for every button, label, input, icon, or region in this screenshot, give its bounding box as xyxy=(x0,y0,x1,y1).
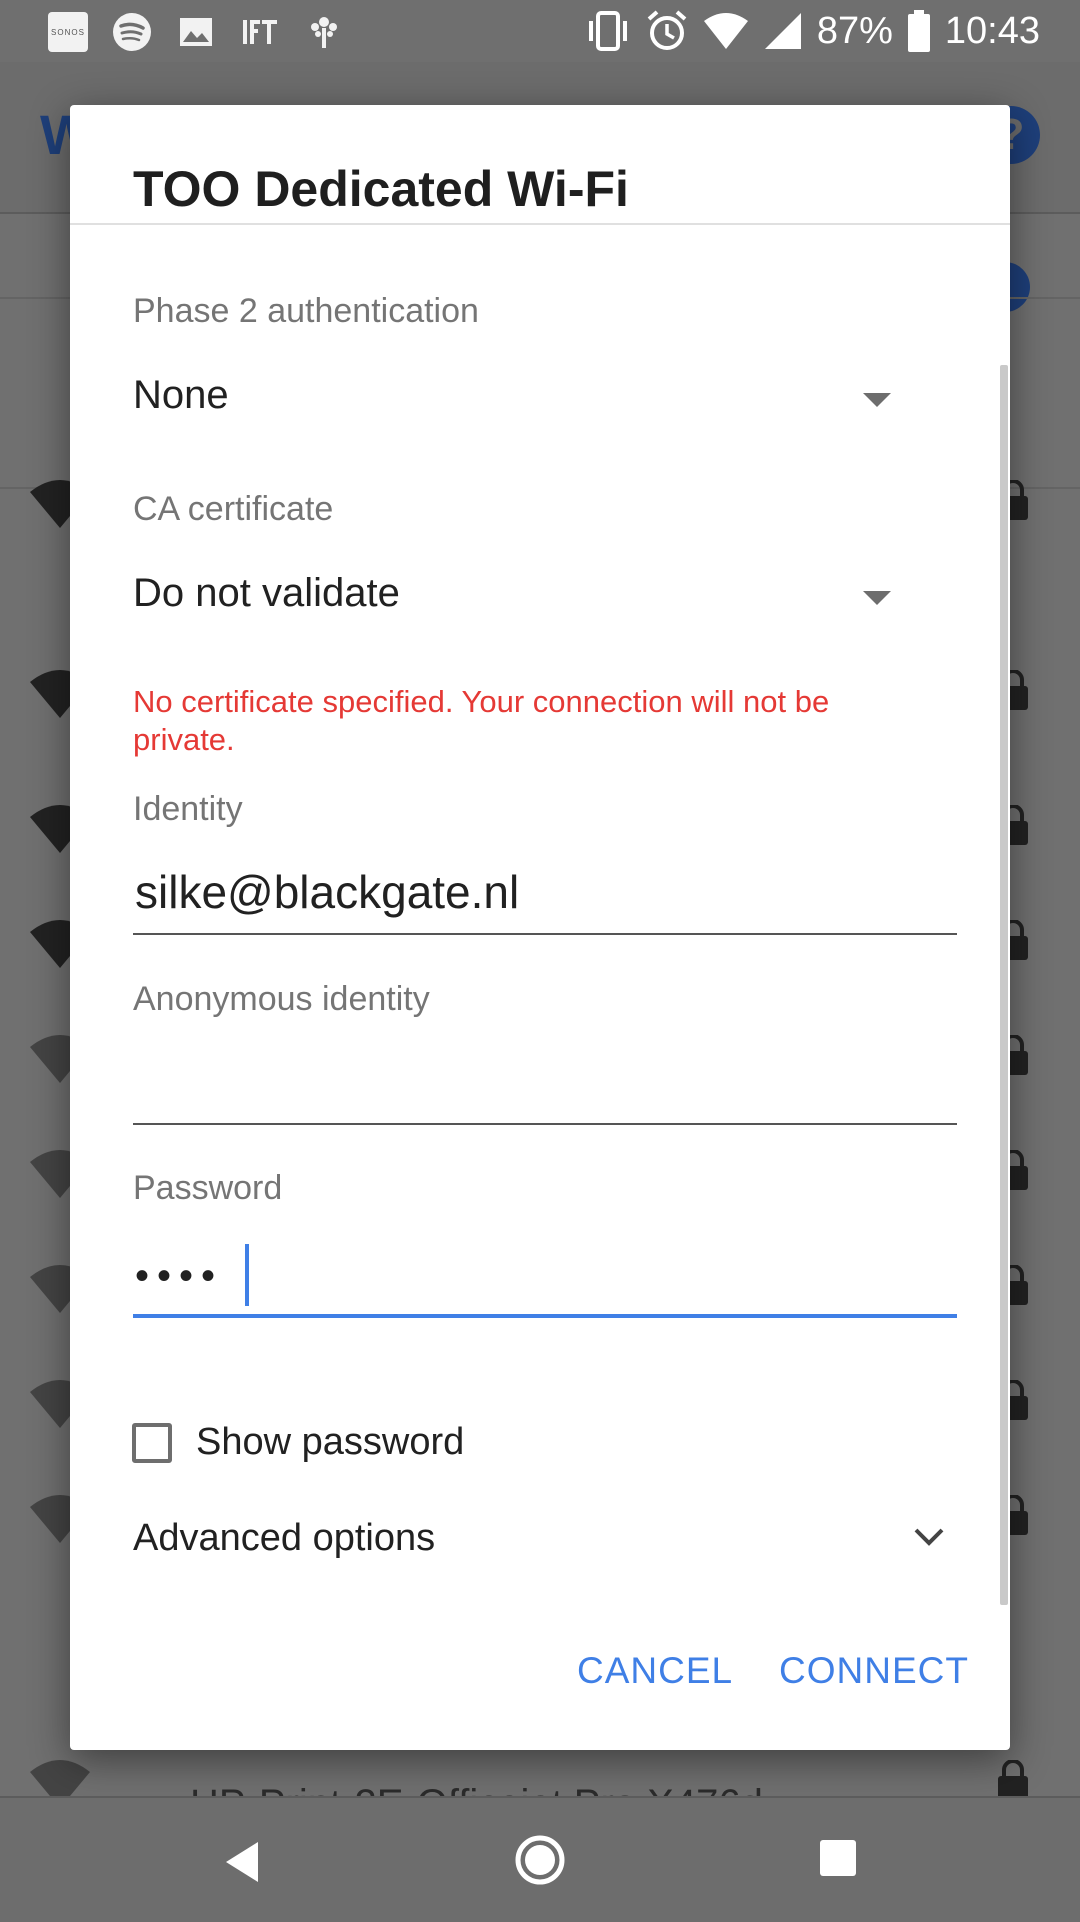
notification-icons: SONOS xyxy=(48,10,344,54)
ca-cert-dropdown[interactable]: Do not validate xyxy=(133,561,913,631)
system-icons: 87% 10:43 xyxy=(585,8,1040,54)
tree-icon xyxy=(311,17,337,48)
password-label: Password xyxy=(133,1169,283,1207)
text-cursor xyxy=(245,1244,249,1306)
home-icon[interactable] xyxy=(514,1834,566,1886)
show-password-checkbox[interactable] xyxy=(132,1423,172,1463)
ca-cert-value: Do not validate xyxy=(133,571,400,615)
alarm-icon xyxy=(647,10,687,50)
password-value: •••• xyxy=(135,1254,224,1298)
navigation-bar xyxy=(0,1796,1080,1922)
lock-icon xyxy=(998,1760,1028,1800)
identity-label: Identity xyxy=(133,790,243,828)
anonymous-identity-label: Anonymous identity xyxy=(133,980,430,1018)
scrollbar[interactable] xyxy=(1000,365,1008,1605)
identity-field[interactable]: silke@blackgate.nl xyxy=(133,865,957,937)
anonymous-identity-underline xyxy=(133,1123,957,1125)
clock: 10:43 xyxy=(944,9,1040,52)
wifi-icon xyxy=(703,13,748,49)
battery-percent: 87% xyxy=(816,9,893,52)
sonos-icon: SONOS xyxy=(48,12,88,52)
dialog-title: TOO Dedicated Wi-Fi xyxy=(133,161,629,217)
identity-underline xyxy=(133,933,957,935)
anonymous-identity-field[interactable] xyxy=(133,1055,957,1127)
identity-value: silke@blackgate.nl xyxy=(135,866,520,918)
recents-icon[interactable] xyxy=(820,1840,856,1876)
back-icon[interactable] xyxy=(222,1840,262,1884)
status-bar: SONOS 87% 10:43 xyxy=(0,0,1080,62)
cancel-button[interactable]: CANCEL xyxy=(577,1650,733,1692)
connect-button[interactable]: CONNECT xyxy=(779,1650,969,1692)
vibrate-icon xyxy=(588,11,627,51)
advanced-options-toggle[interactable]: Advanced options xyxy=(133,1517,435,1560)
spotify-icon xyxy=(113,13,151,51)
show-password-label[interactable]: Show password xyxy=(196,1421,464,1464)
wifi-connect-dialog: TOO Dedicated Wi-Fi Phase 2 authenticati… xyxy=(70,105,1010,1750)
ifttt-icon xyxy=(243,20,277,44)
phase2-dropdown[interactable]: None xyxy=(133,363,913,433)
phase2-label: Phase 2 authentication xyxy=(133,292,479,330)
password-underline xyxy=(133,1314,957,1318)
phase2-value: None xyxy=(133,373,229,417)
cell-signal-icon xyxy=(764,13,801,49)
password-field[interactable]: •••• xyxy=(133,1240,957,1320)
dropdown-arrow-icon xyxy=(863,591,891,605)
battery-icon xyxy=(907,10,930,52)
certificate-warning: No certificate specified. Your connectio… xyxy=(133,684,830,757)
gallery-icon xyxy=(180,18,212,46)
dropdown-arrow-icon xyxy=(863,393,891,407)
title-divider xyxy=(70,223,1010,225)
ca-cert-label: CA certificate xyxy=(133,490,334,528)
chevron-down-icon[interactable] xyxy=(912,1525,946,1549)
